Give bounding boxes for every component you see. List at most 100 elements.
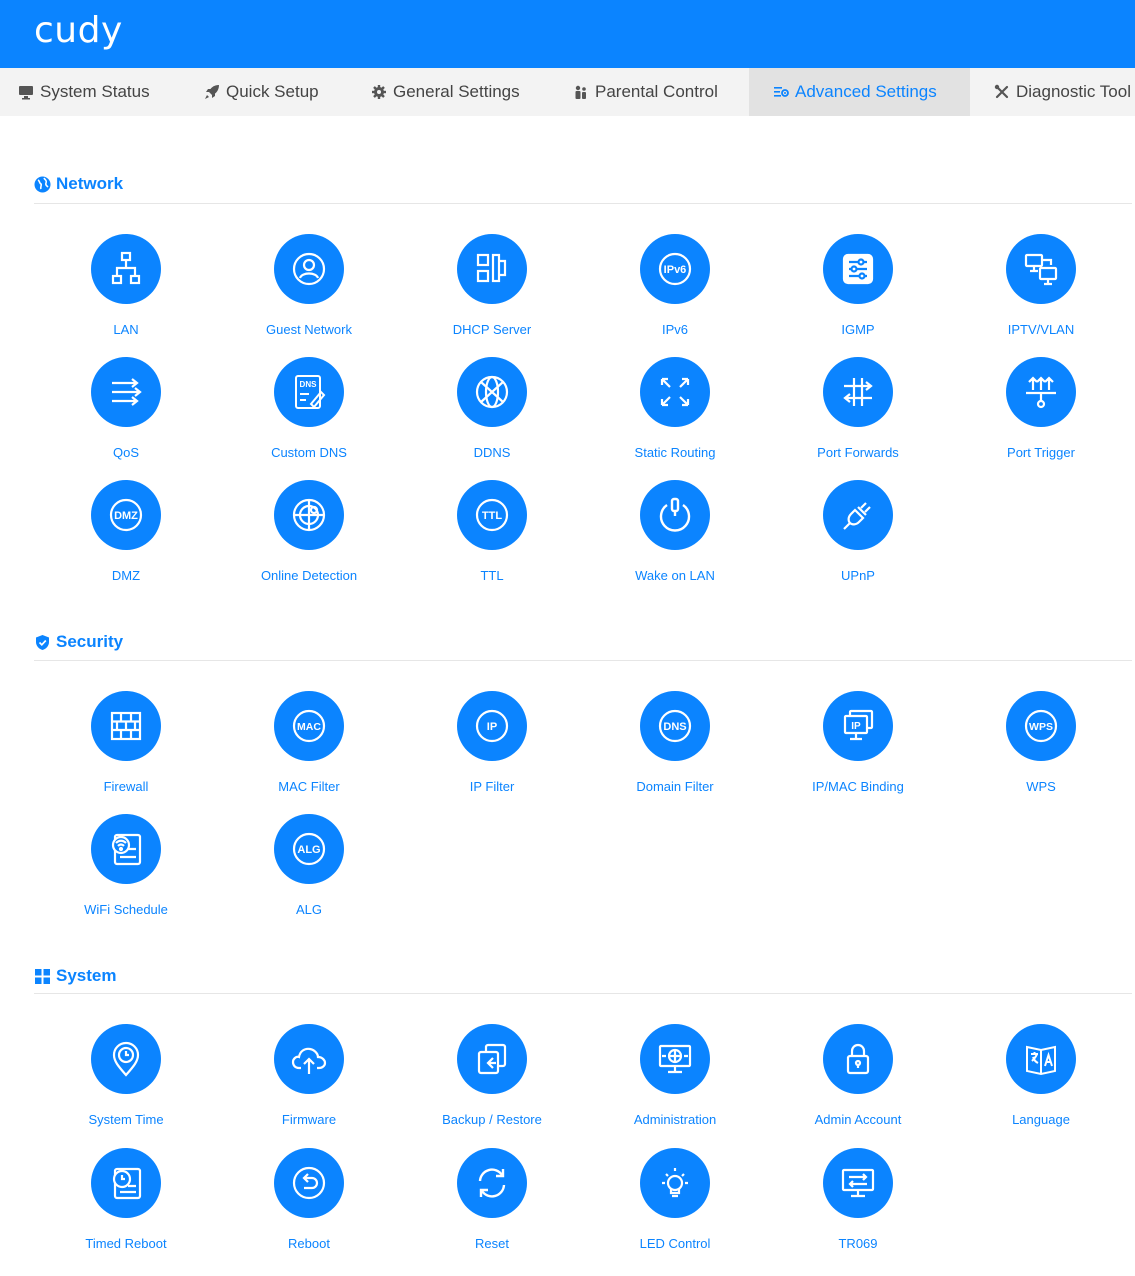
backup-restore-item[interactable]: Backup / Restore — [417, 1024, 567, 1127]
qos-label: QoS — [112, 445, 139, 460]
igmp-item[interactable]: IGMP — [783, 234, 933, 337]
bulb-icon — [640, 1148, 710, 1218]
tab-label: System Status — [40, 82, 150, 101]
ttl-icon: TTL — [457, 480, 527, 550]
domain-filter-item[interactable]: DNS Domain Filter — [600, 691, 750, 794]
ttl-item[interactable]: TTL TTL — [417, 480, 567, 583]
guest-user-icon — [274, 234, 344, 304]
svg-text:DNS: DNS — [300, 380, 318, 389]
language-label: Language — [1012, 1112, 1070, 1127]
static-routing-item[interactable]: Static Routing — [600, 357, 750, 460]
tab-label: Quick Setup — [226, 82, 319, 101]
wps-label: WPS — [1026, 779, 1056, 794]
custom-dns-icon: DNS — [274, 357, 344, 427]
dhcp-server-label: DHCP Server — [452, 322, 532, 337]
cudy-logo[interactable]: cudy — [34, 10, 123, 51]
admin-monitor-icon — [640, 1024, 710, 1094]
qos-item[interactable]: QoS — [51, 357, 201, 460]
reset-item[interactable]: Reset — [417, 1148, 567, 1251]
svg-text:TTL: TTL — [482, 510, 502, 522]
led-control-label: LED Control — [639, 1236, 711, 1251]
port-trigger-item[interactable]: Port Trigger — [966, 357, 1116, 460]
static-routing-icon — [640, 357, 710, 427]
static-routing-label: Static Routing — [634, 445, 716, 460]
domain-filter-label: Domain Filter — [636, 779, 714, 794]
monitor-icon — [18, 84, 34, 100]
tab-quick-setup[interactable]: Quick Setup — [204, 68, 344, 116]
igmp-icon — [823, 234, 893, 304]
iptv-vlan-item[interactable]: IPTV/VLAN — [966, 234, 1116, 337]
tab-label: Diagnostic Tool — [1016, 82, 1131, 101]
clock-pin-icon — [91, 1024, 161, 1094]
lan-item[interactable]: LAN — [51, 234, 201, 337]
upnp-item[interactable]: UPnP — [783, 480, 933, 583]
tab-label: General Settings — [393, 82, 520, 101]
globe-icon — [34, 176, 51, 193]
grid-icon — [34, 968, 51, 985]
upnp-label: UPnP — [841, 568, 875, 583]
tab-advanced-settings[interactable]: Advanced Settings — [749, 68, 970, 116]
language-icon — [1006, 1024, 1076, 1094]
dmz-item[interactable]: DMZ DMZ — [51, 480, 201, 583]
firewall-icon — [91, 691, 161, 761]
wifi-schedule-label: WiFi Schedule — [84, 902, 168, 917]
wake-on-lan-item[interactable]: Wake on LAN — [600, 480, 750, 583]
tab-diagnostic-tool[interactable]: Diagnostic Tool — [994, 68, 1135, 116]
guest-network-label: Guest Network — [266, 322, 352, 337]
tab-general-settings[interactable]: General Settings — [371, 68, 546, 116]
reboot-item[interactable]: Reboot — [234, 1148, 384, 1251]
svg-text:DMZ: DMZ — [114, 510, 138, 522]
power-icon — [640, 480, 710, 550]
mac-filter-item[interactable]: MAC MAC Filter — [234, 691, 384, 794]
backup-restore-label: Backup / Restore — [442, 1112, 542, 1127]
port-forwards-item[interactable]: Port Forwards — [783, 357, 933, 460]
online-detection-item[interactable]: Online Detection — [234, 480, 384, 583]
cloud-upload-icon — [274, 1024, 344, 1094]
alg-item[interactable]: ALG ALG — [234, 814, 384, 917]
online-detection-icon — [274, 480, 344, 550]
ddns-item[interactable]: DDNS — [417, 357, 567, 460]
firmware-item[interactable]: Firmware — [234, 1024, 384, 1127]
lan-label: LAN — [113, 322, 139, 337]
admin-account-label: Admin Account — [814, 1112, 902, 1127]
ip-mac-binding-item[interactable]: IP IP/MAC Binding — [783, 691, 933, 794]
ip-mac-binding-label: IP/MAC Binding — [812, 779, 904, 794]
section-system-heading: System — [34, 966, 116, 986]
administration-item[interactable]: Administration — [600, 1024, 750, 1127]
timed-reboot-item[interactable]: Timed Reboot — [51, 1148, 201, 1251]
timed-reboot-label: Timed Reboot — [85, 1236, 167, 1251]
custom-dns-label: Custom DNS — [271, 445, 347, 460]
ip-filter-item[interactable]: IP IP Filter — [417, 691, 567, 794]
wifi-schedule-icon — [91, 814, 161, 884]
ip-icon: IP — [457, 691, 527, 761]
svg-text:IP: IP — [487, 721, 497, 733]
tr069-item[interactable]: TR069 — [783, 1148, 933, 1251]
svg-text:MAC: MAC — [297, 721, 321, 733]
firewall-item[interactable]: Firewall — [51, 691, 201, 794]
iptv-vlan-label: IPTV/VLAN — [1007, 322, 1075, 337]
dhcp-server-item[interactable]: DHCP Server — [417, 234, 567, 337]
dmz-label: DMZ — [111, 568, 141, 583]
wps-item[interactable]: WPS WPS — [966, 691, 1116, 794]
svg-text:ALG: ALG — [297, 844, 320, 856]
tr069-label: TR069 — [838, 1236, 878, 1251]
alg-icon: ALG — [274, 814, 344, 884]
plug-icon — [823, 480, 893, 550]
binding-icon: IP — [823, 691, 893, 761]
system-time-item[interactable]: System Time — [51, 1024, 201, 1127]
svg-text:DNS: DNS — [663, 721, 686, 733]
wake-on-lan-label: Wake on LAN — [635, 568, 715, 583]
custom-dns-item[interactable]: DNS Custom DNS — [234, 357, 384, 460]
main-navigation: System Status Quick Setup General Settin… — [0, 68, 1135, 116]
led-control-item[interactable]: LED Control — [600, 1148, 750, 1251]
reboot-icon — [274, 1148, 344, 1218]
guest-network-item[interactable]: Guest Network — [234, 234, 384, 337]
admin-account-item[interactable]: Admin Account — [783, 1024, 933, 1127]
wifi-schedule-item[interactable]: WiFi Schedule — [51, 814, 201, 917]
language-item[interactable]: Language — [966, 1024, 1116, 1127]
ipv6-item[interactable]: IPv6 IPv6 — [600, 234, 750, 337]
section-network-heading: Network — [34, 174, 123, 194]
tab-parental-control[interactable]: Parental Control — [573, 68, 743, 116]
section-divider — [34, 203, 1132, 204]
tab-system-status[interactable]: System Status — [18, 68, 168, 116]
